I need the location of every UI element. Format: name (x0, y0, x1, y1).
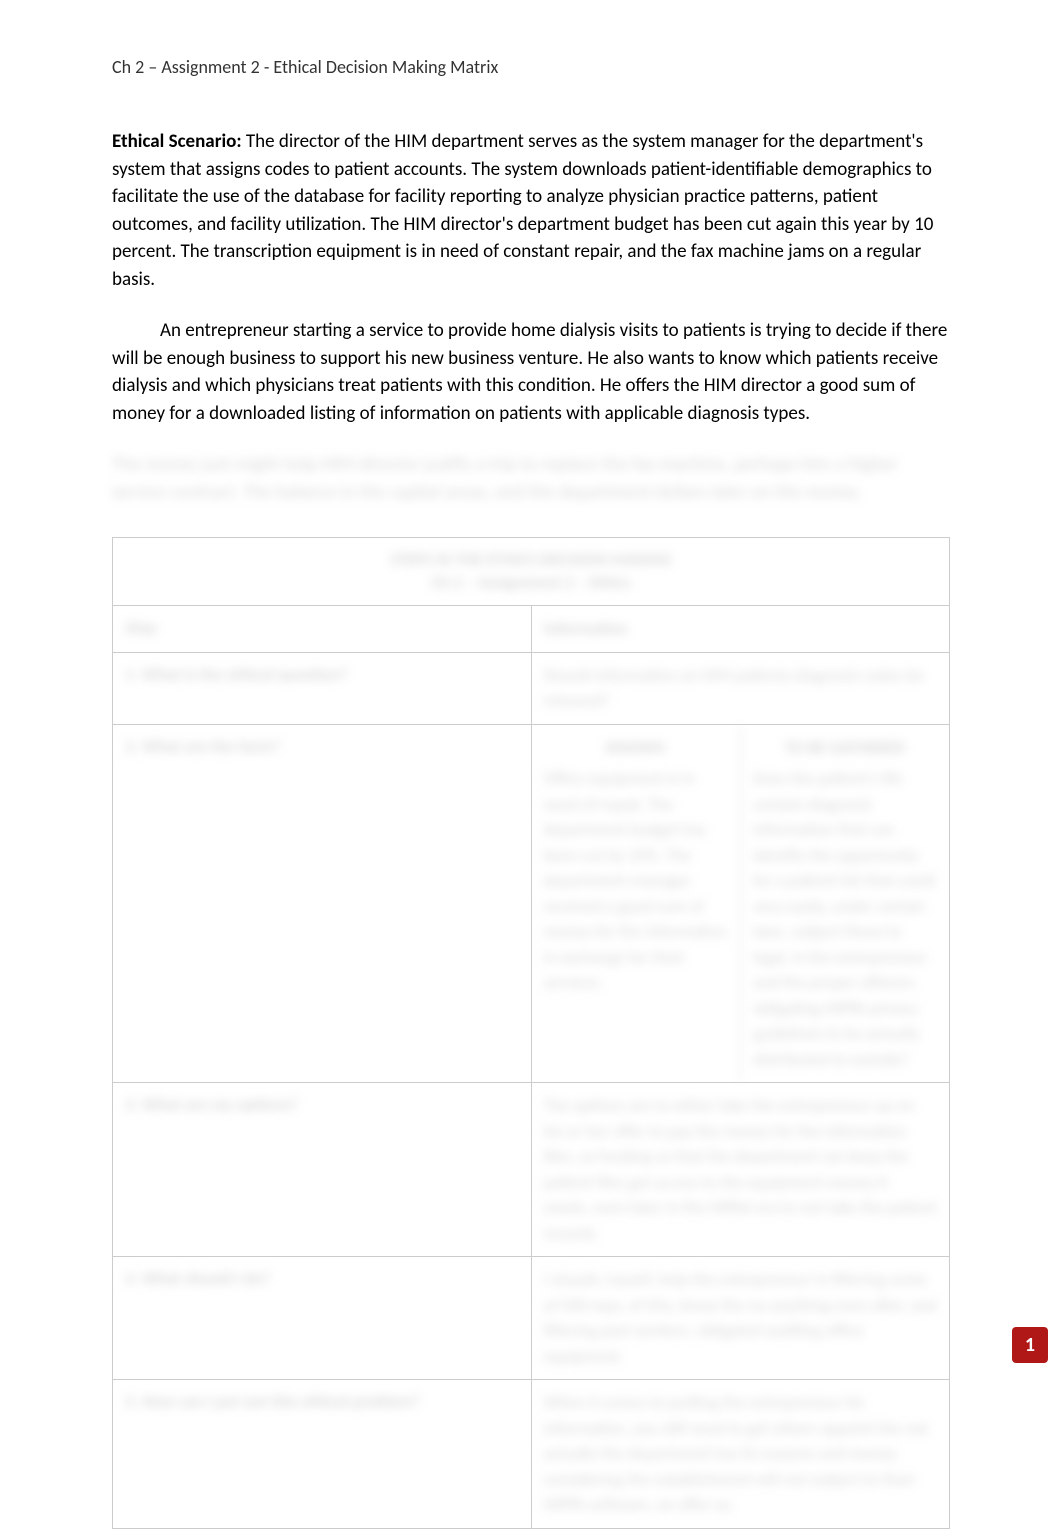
table-row: 1. What is the ethical question? Should … (113, 652, 950, 724)
table-row: 2. What are the facts? KNOWN Office equi… (113, 724, 950, 1083)
scenario-paragraph-2: An entrepreneur starting a service to pr… (112, 317, 950, 427)
table-row: 5. How can I put out this ethical proble… (113, 1380, 950, 1529)
header-step: Step (113, 606, 532, 653)
step-4-content: I should, myself, help the entrepreneur … (531, 1257, 950, 1380)
matrix-title-line2: Ch 2 – Assignment 2 – Ethics (125, 571, 937, 595)
badge-number: 1 (1025, 1333, 1035, 1357)
facts-known-col: KNOWN Office equipment is in need of rep… (532, 725, 741, 1083)
table-header-row: Step Information (113, 606, 950, 653)
scenario-text-1: The director of the HIM department serve… (112, 130, 933, 291)
facts-gathered-text: Does the patient's file contain diagnosi… (753, 766, 937, 1072)
page-indicator-badge: 1 (1012, 1327, 1048, 1363)
step-4-label: 4. What should I do? (113, 1257, 532, 1380)
step-3-content: The options are to either take the entre… (531, 1083, 950, 1257)
step-2-label: 2. What are the facts? (113, 724, 532, 1083)
step-2-content: KNOWN Office equipment is in need of rep… (531, 724, 950, 1083)
page-header: Ch 2 – Assignment 2 - Ethical Decision M… (112, 56, 950, 78)
table-row: 3. What are my options? The options are … (113, 1083, 950, 1257)
header-title: Ch 2 – Assignment 2 - Ethical Decision M… (112, 56, 498, 78)
facts-known-text: Office equipment is in need of repair. T… (544, 766, 728, 996)
scenario-paragraph-1: Ethical Scenario: The director of the HI… (112, 128, 950, 293)
table-title-row: STEPS IN THE ETHICS DECISION MAKING Ch 2… (113, 537, 950, 606)
step-1-label: 1. What is the ethical question? (113, 652, 532, 724)
step-5-label: 5. How can I put out this ethical proble… (113, 1380, 532, 1529)
table-row: 4. What should I do? I should, myself, h… (113, 1257, 950, 1380)
ethics-matrix-table: STEPS IN THE ETHICS DECISION MAKING Ch 2… (112, 537, 950, 1529)
step-5-content: When it comes to putting the entrepreneu… (531, 1380, 950, 1529)
step-3-label: 3. What are my options? (113, 1083, 532, 1257)
scenario-label: Ethical Scenario: (112, 130, 242, 153)
matrix-title-line1: STEPS IN THE ETHICS DECISION MAKING (125, 548, 937, 572)
facts-gathered-col: TO BE GATHERED Does the patient's file c… (741, 725, 949, 1083)
facts-known-head: KNOWN (544, 735, 728, 761)
header-info: Information (531, 606, 950, 653)
table-title-cell: STEPS IN THE ETHICS DECISION MAKING Ch 2… (113, 537, 950, 606)
scenario-text-2: An entrepreneur starting a service to pr… (112, 319, 947, 425)
step-1-content: Should information on HIM patients diagn… (531, 652, 950, 724)
blurred-trailing-text: The money just might help HIM director j… (112, 451, 950, 506)
facts-gathered-head: TO BE GATHERED (753, 735, 937, 761)
obscured-content-region: The money just might help HIM director j… (112, 451, 950, 1528)
